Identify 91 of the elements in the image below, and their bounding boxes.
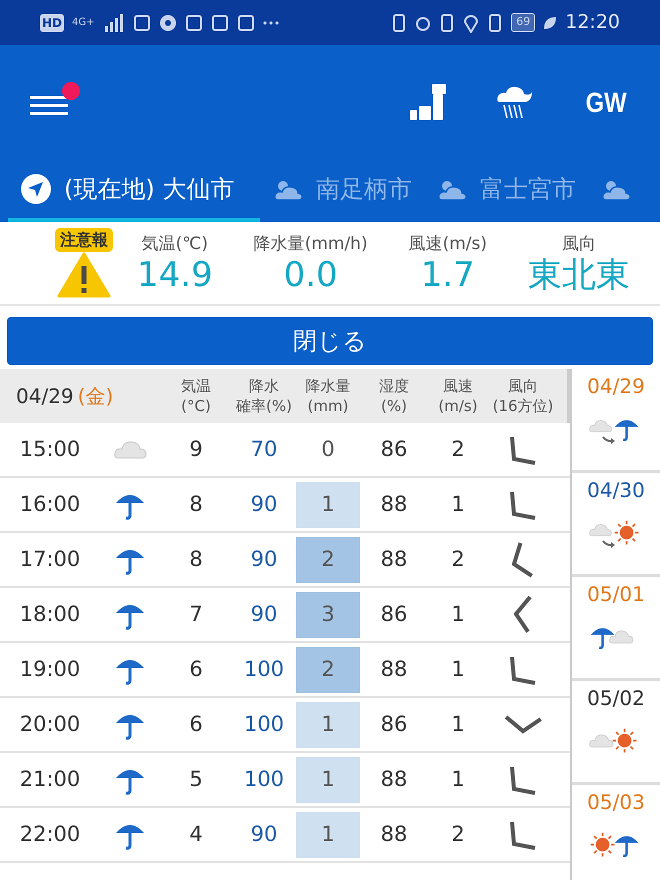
humidity-cell-text: 88 — [380, 546, 408, 573]
time-cell-text: 19:00 — [18, 656, 82, 683]
time-cell-text: 17:00 — [18, 546, 82, 573]
temperature-cell-text: 9 — [188, 436, 204, 463]
humidity-cell-text: 88 — [380, 766, 408, 793]
hd-label: HD — [40, 14, 64, 32]
wind-speed-cell-text: 2 — [450, 546, 466, 573]
location-icon — [463, 12, 480, 32]
column-unit: (16方位) — [492, 396, 554, 416]
rainfall-cell: 2 — [296, 646, 360, 692]
temperature-cell-text: 8 — [188, 546, 204, 573]
gw-button[interactable]: GW — [585, 82, 626, 124]
column-unit: (°C) — [180, 396, 212, 416]
location-tab[interactable]: (現在地) 大仙市 — [8, 160, 260, 222]
probability-cell-text: 90 — [250, 490, 278, 518]
wind-speed-cell-text: 2 — [450, 436, 466, 463]
day-date: 05/02 — [587, 685, 645, 712]
rainfall-cell: 1 — [296, 756, 360, 802]
column-header: 降水量 — [304, 376, 352, 396]
battery-icon: 69 — [511, 13, 536, 32]
date-label: 04/29 — [16, 383, 74, 410]
wind-speed-cell-text: 2 — [450, 820, 466, 848]
signal-icon — [102, 14, 125, 32]
temperature-cell-text: 6 — [188, 710, 204, 738]
leaf-icon — [543, 16, 558, 30]
probability-cell-text: 100 — [242, 766, 286, 793]
time-cell-text: 20:00 — [18, 710, 82, 738]
reading-value: 0.0 — [284, 257, 338, 294]
column-header: 降水 — [248, 376, 280, 396]
column-header: 風向 — [507, 376, 539, 396]
clock-time: 12:20 — [565, 10, 620, 36]
reading-value: 東北東 — [528, 257, 630, 294]
probability-cell-text: 100 — [242, 656, 286, 683]
day-card[interactable]: 04/30 — [572, 473, 660, 577]
navigation-icon[interactable] — [20, 173, 52, 205]
column-unit: (mm) — [306, 396, 350, 416]
day-date: 04/30 — [587, 477, 645, 504]
humidity-cell-text: 88 — [380, 820, 408, 848]
wind-speed-cell-text: 1 — [450, 656, 466, 683]
probability-cell-text: 100 — [242, 710, 286, 738]
reading-label: 風速(m/s) — [408, 232, 487, 256]
wind-speed-cell-text: 1 — [450, 490, 466, 518]
close-button[interactable]: 閉じる — [7, 317, 653, 365]
warning-label: 注意報 — [55, 228, 113, 252]
column-unit: 確率(%) — [235, 396, 293, 416]
column-header: 気温 — [180, 376, 212, 396]
wind-speed-cell-text: 1 — [450, 600, 466, 628]
reading-label: 気温(℃) — [142, 232, 208, 256]
day-date: 05/01 — [587, 581, 645, 608]
column-unit: (%) — [380, 396, 408, 416]
column-header: 湿度 — [378, 376, 410, 396]
column-header: 風速 — [442, 376, 474, 396]
wind-speed-cell-text: 1 — [450, 766, 466, 793]
temperature-cell-text: 5 — [188, 766, 204, 793]
temperature-cell-text: 6 — [188, 656, 204, 683]
humidity-cell-text: 88 — [380, 490, 408, 518]
rainfall-cell: 1 — [296, 482, 360, 528]
time-cell-text: 22:00 — [18, 820, 82, 848]
rainfall-cell: 3 — [296, 592, 360, 638]
wind-speed-cell-text: 1 — [450, 710, 466, 738]
day-card[interactable]: 05/02 — [572, 681, 660, 785]
time-cell-text: 16:00 — [18, 490, 82, 518]
reading-value: 1.7 — [420, 257, 475, 294]
reading-label: 風向 — [562, 232, 596, 256]
time-cell-text: 21:00 — [18, 766, 82, 793]
probability-cell-text: 90 — [250, 546, 278, 573]
humidity-cell-text: 86 — [380, 710, 408, 738]
probability-cell-text: 70 — [250, 436, 278, 463]
humidity-cell-text: 86 — [380, 436, 408, 463]
humidity-cell-text: 88 — [380, 656, 408, 683]
humidity-cell-text: 86 — [380, 600, 408, 628]
temperature-cell-text: 7 — [188, 600, 204, 628]
probability-cell-text: 90 — [250, 820, 278, 848]
rainfall-cell: 2 — [296, 536, 360, 582]
day-date: 04/29 — [587, 373, 645, 400]
reading-label: 降水量(mm/h) — [254, 232, 368, 256]
weekday-label: (金) — [78, 383, 114, 410]
more-icon — [262, 20, 279, 26]
network-label: 4G+ — [72, 16, 95, 30]
ranking-button[interactable] — [410, 84, 448, 122]
column-unit: (m/s) — [437, 396, 479, 416]
rainfall-cell: 1 — [296, 702, 360, 748]
rainfall-cell: 1 — [296, 812, 360, 858]
time-cell-text: 18:00 — [18, 600, 82, 628]
temperature-cell-text: 4 — [188, 820, 204, 848]
warning-icon — [57, 252, 111, 298]
probability-cell-text: 90 — [250, 600, 278, 628]
reading-value: 14.9 — [137, 257, 213, 294]
day-date: 05/03 — [587, 789, 645, 816]
temperature-cell-text: 8 — [188, 490, 204, 518]
time-cell-text: 15:00 — [18, 436, 82, 463]
